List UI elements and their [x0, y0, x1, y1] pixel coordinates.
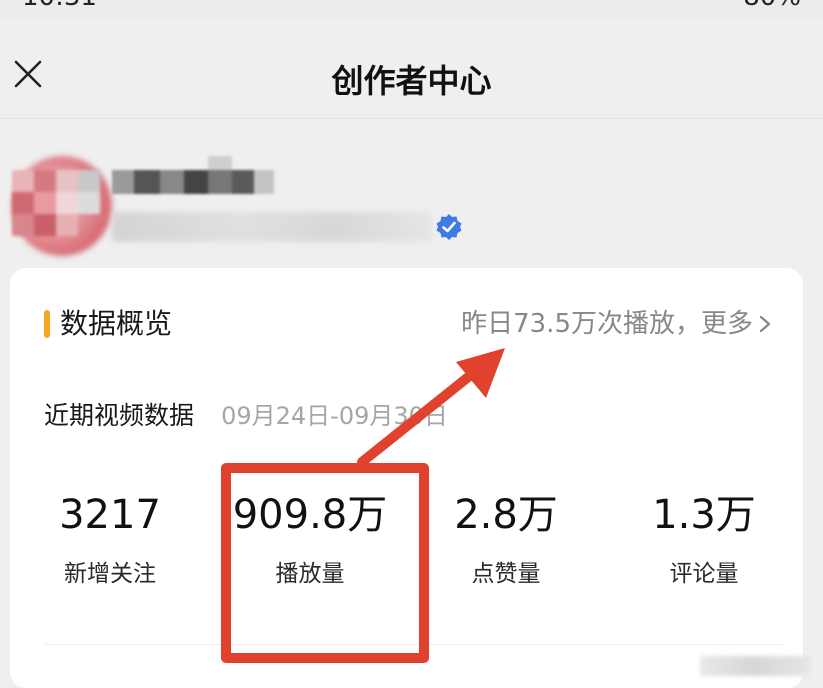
stat-label: 评论量	[669, 561, 739, 587]
section-title: 数据概览	[60, 307, 173, 340]
stats-row: 3217 新增关注 909.8万 播放量 2.8万 点赞量 1.3万 评论量	[10, 486, 803, 596]
stat-value: 3217	[59, 492, 161, 538]
section-accent-bar	[44, 310, 50, 338]
stat-label: 点赞量	[471, 561, 541, 587]
status-battery: 80%	[743, 0, 801, 12]
page-title: 创作者中心	[331, 62, 492, 100]
nav-bar: 创作者中心	[0, 18, 823, 119]
card-divider	[44, 644, 784, 645]
stat-value: 909.8万	[232, 492, 388, 538]
stat-value: 1.3万	[652, 492, 756, 538]
recent-video-header: 近期视频数据 09月24日-09月30日	[44, 396, 448, 436]
stat-new-followers[interactable]: 3217 新增关注	[20, 486, 200, 596]
bottom-blur	[700, 656, 810, 676]
profile-subline-blurred	[112, 212, 432, 242]
stat-comments[interactable]: 1.3万 评论量	[614, 486, 794, 596]
stat-likes[interactable]: 2.8万 点赞量	[416, 486, 596, 596]
stat-value: 2.8万	[454, 492, 558, 538]
stat-label: 播放量	[275, 561, 345, 587]
date-range: 09月24日-09月30日	[221, 402, 448, 430]
more-link[interactable]: 昨日73.5万次播放，更多	[461, 304, 773, 344]
avatar-pixelation	[12, 170, 112, 240]
verified-badge	[434, 212, 464, 242]
verified-check-icon	[436, 214, 462, 240]
more-link-text: 昨日73.5万次播放，更多	[461, 309, 753, 339]
profile-header[interactable]	[0, 130, 823, 270]
overview-header: 数据概览 昨日73.5万次播放，更多	[10, 304, 803, 344]
stat-label: 新增关注	[64, 561, 156, 587]
status-time: 10:31	[22, 0, 97, 12]
status-bar: 10:31 80%	[0, 0, 823, 18]
chevron-right-icon	[757, 314, 773, 334]
data-overview-card: 数据概览 昨日73.5万次播放，更多 近期视频数据 09月24日-09月30日 …	[10, 268, 803, 688]
stat-plays[interactable]: 909.8万 播放量	[220, 486, 400, 596]
recent-video-title: 近期视频数据	[44, 401, 195, 430]
username-blurred	[112, 156, 282, 208]
